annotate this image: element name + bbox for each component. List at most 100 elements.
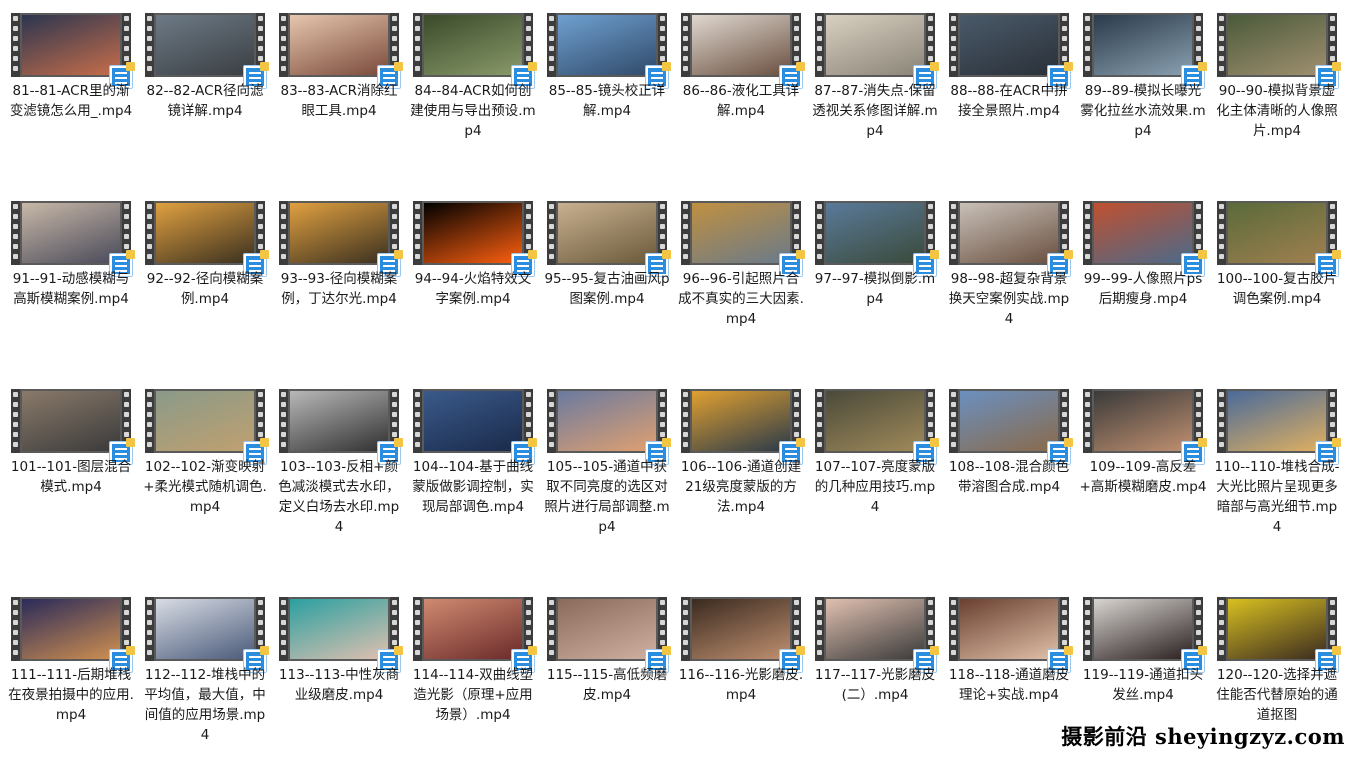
file-name-label: 114--114-双曲线塑造光影（原理+应用场景）.mp4 (412, 667, 534, 723)
video-thumbnail[interactable] (145, 201, 269, 277)
thumbnail-image (1228, 599, 1326, 659)
film-strip (279, 13, 288, 77)
file-name-label: 108--108-混合颜色带溶图合成.mp4 (948, 459, 1070, 495)
film-strip (1217, 597, 1226, 661)
video-thumbnail[interactable] (11, 389, 135, 465)
thumbnail-image (22, 15, 120, 75)
video-thumbnail[interactable] (681, 13, 805, 89)
thumbnail-image (1094, 599, 1192, 659)
video-thumbnail[interactable] (1217, 389, 1341, 465)
file-name-label: 89--89-模拟长曝光雾化拉丝水流效果.mp4 (1080, 83, 1206, 139)
film-strip (815, 597, 824, 661)
video-thumbnail[interactable] (547, 201, 671, 277)
file-name-label: 87--87-消失点-保留透视关系修图详解.mp4 (812, 83, 938, 139)
file-name-label: 113--113-中性灰商业级磨皮.mp4 (278, 667, 400, 703)
video-thumbnail[interactable] (11, 201, 135, 277)
thumbnail-image (826, 203, 924, 263)
thumbnail-image (22, 203, 120, 263)
video-thumbnail[interactable] (279, 201, 403, 277)
file-grid: 81--81-ACR里的渐变滤镜怎么用_.mp4 82--82-ACR径向滤镜详解… (0, 0, 1351, 759)
video-thumbnail[interactable] (815, 13, 939, 89)
video-thumbnail[interactable] (681, 389, 805, 465)
thumbnail-image (290, 391, 388, 451)
video-thumbnail[interactable] (815, 201, 939, 277)
film-strip (547, 389, 556, 453)
video-thumbnail[interactable] (279, 389, 403, 465)
video-thumbnail[interactable] (949, 597, 1073, 673)
video-thumbnail[interactable] (547, 13, 671, 89)
file-name-label: 119--119-通道扣头发丝.mp4 (1082, 667, 1204, 703)
video-thumbnail[interactable] (145, 597, 269, 673)
video-thumbnail[interactable] (547, 597, 671, 673)
video-thumbnail[interactable] (413, 597, 537, 673)
film-strip (145, 597, 154, 661)
video-thumbnail[interactable] (145, 389, 269, 465)
film-strip (1217, 13, 1226, 77)
thumbnail-image (826, 15, 924, 75)
file-name-label: 84--84-ACR如何创建使用与导出预设.mp4 (410, 83, 536, 139)
video-thumbnail[interactable] (1217, 597, 1341, 673)
thumbnail-image (692, 599, 790, 659)
video-thumbnail[interactable] (1083, 13, 1207, 89)
file-name-label: 85--85-镜头校正详解.mp4 (548, 83, 666, 119)
film-strip (815, 13, 824, 77)
video-thumbnail[interactable] (681, 201, 805, 277)
file-name-label: 107--107-亮度蒙版的几种应用技巧.mp4 (814, 459, 936, 515)
video-thumbnail[interactable] (815, 597, 939, 673)
video-thumbnail[interactable] (1083, 201, 1207, 277)
film-strip (547, 13, 556, 77)
file-name-label: 97--97-模拟倒影.mp4 (814, 271, 936, 307)
film-strip (1217, 389, 1226, 453)
video-thumbnail[interactable] (279, 13, 403, 89)
thumbnail-image (960, 203, 1058, 263)
thumbnail-image (1228, 203, 1326, 263)
file-name-label: 111--111-后期堆栈在夜景拍摄中的应用.mp4 (8, 667, 134, 723)
video-thumbnail[interactable] (547, 389, 671, 465)
film-strip (1083, 389, 1092, 453)
thumbnail-image (826, 391, 924, 451)
video-thumbnail[interactable] (279, 597, 403, 673)
file-name-label: 103--103-反相+颜色减淡模式去水印，定义白场去水印.mp4 (278, 459, 400, 535)
thumbnail-image (1094, 391, 1192, 451)
video-thumbnail[interactable] (11, 597, 135, 673)
file-name-label: 104--104-基于曲线蒙版做影调控制，实现局部调色.mp4 (412, 459, 534, 515)
film-strip (11, 389, 20, 453)
thumbnail-image (1228, 15, 1326, 75)
thumbnail-image (156, 203, 254, 263)
file-name-label: 109--109-高反差+高斯模糊磨皮.mp4 (1079, 459, 1207, 495)
video-thumbnail[interactable] (413, 201, 537, 277)
file-name-label: 91--91-动感模糊与高斯模糊案例.mp4 (12, 271, 130, 307)
video-thumbnail[interactable] (145, 13, 269, 89)
video-thumbnail[interactable] (1217, 201, 1341, 277)
video-thumbnail[interactable] (11, 13, 135, 89)
film-strip (949, 13, 958, 77)
video-thumbnail[interactable] (1083, 389, 1207, 465)
video-thumbnail[interactable] (949, 201, 1073, 277)
film-strip (547, 597, 556, 661)
film-strip (949, 201, 958, 265)
film-strip (279, 201, 288, 265)
video-thumbnail[interactable] (681, 597, 805, 673)
film-strip (145, 389, 154, 453)
video-thumbnail[interactable] (413, 389, 537, 465)
video-thumbnail[interactable] (949, 13, 1073, 89)
video-thumbnail[interactable] (413, 13, 537, 89)
thumbnail-image (558, 203, 656, 263)
thumbnail-image (424, 203, 522, 263)
film-strip (11, 597, 20, 661)
thumbnail-image (826, 599, 924, 659)
film-strip (413, 597, 422, 661)
video-thumbnail[interactable] (949, 389, 1073, 465)
film-strip (145, 13, 154, 77)
video-thumbnail[interactable] (1217, 13, 1341, 89)
video-thumbnail[interactable] (815, 389, 939, 465)
file-name-label: 117--117-光影磨皮(二）.mp4 (814, 667, 936, 703)
file-name-label: 98--98-超复杂背景换天空案例实战.mp4 (948, 271, 1070, 327)
file-name-label: 101--101-图层混合模式.mp4 (10, 459, 132, 495)
film-strip (815, 389, 824, 453)
thumbnail-image (156, 15, 254, 75)
thumbnail-image (558, 15, 656, 75)
file-name-label: 115--115-高低频磨皮.mp4 (546, 667, 668, 703)
thumbnail-image (424, 15, 522, 75)
video-thumbnail[interactable] (1083, 597, 1207, 673)
